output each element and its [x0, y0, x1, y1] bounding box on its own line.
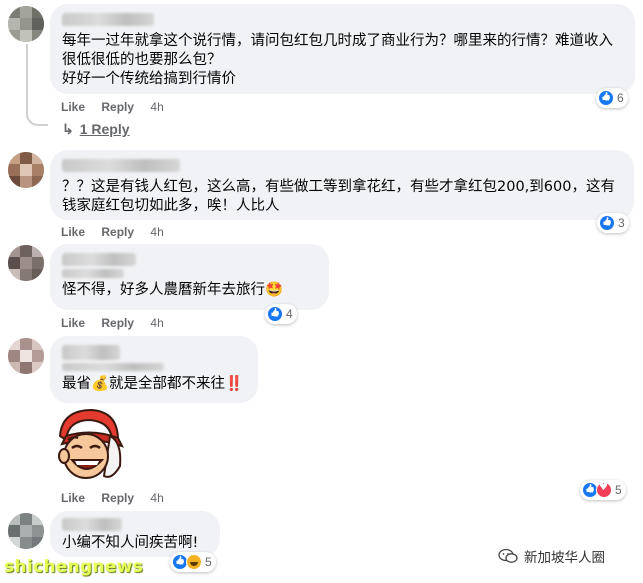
watermark-text: shichengnews — [4, 557, 144, 577]
comment-actions: Like Reply 4h — [61, 491, 177, 505]
reaction-summary[interactable]: 6 — [596, 88, 628, 108]
commenter-subtitle — [62, 269, 124, 278]
comment-actions: Like Reply 4h — [61, 225, 177, 239]
comment-text: 每年一过年就拿这个说行情，请问包红包几时成了商业行为？哪里来的行情？难道收入很低… — [62, 33, 613, 87]
avatar[interactable] — [8, 513, 44, 549]
view-replies-link[interactable]: ↳ 1 Reply — [62, 121, 130, 138]
like-icon — [598, 90, 614, 106]
reply-button[interactable]: Reply — [101, 316, 134, 330]
like-icon — [267, 306, 283, 322]
avatar[interactable] — [8, 152, 44, 188]
comment-bubble: 怪不得，好多人農曆新年去旅行🤩 — [50, 244, 329, 310]
reaction-count: 4 — [286, 307, 293, 321]
reply-button[interactable]: Reply — [101, 100, 134, 114]
like-button[interactable]: Like — [61, 225, 85, 239]
comment-actions: Like Reply 4h — [61, 100, 177, 114]
reaction-summary[interactable]: 5 — [580, 480, 626, 500]
comment-text: 小编不知人间疾苦啊! — [62, 535, 199, 551]
avatar[interactable] — [8, 6, 44, 42]
reply-button[interactable]: Reply — [101, 225, 134, 239]
reaction-summary[interactable]: 3 — [597, 213, 629, 233]
comment-bubble: 最省💰就是全部都不来往‼️ — [50, 336, 258, 403]
reaction-summary[interactable]: 5 — [170, 552, 216, 572]
reaction-count: 6 — [617, 91, 624, 105]
comment-text: 最省💰就是全部都不来往‼️ — [62, 376, 244, 392]
comment-bubble: ？？这是有钱人红包，这么高，有些做工等到拿花红，有些才拿红包200,到600，这… — [50, 150, 634, 220]
comment-actions: Like Reply 4h — [61, 316, 177, 330]
comment-bubble: 小编不知人间疾苦啊! — [50, 511, 220, 557]
laughing-man-sticker — [58, 408, 125, 479]
commenter-name[interactable] — [62, 159, 180, 172]
like-icon — [599, 215, 615, 231]
commenter-name[interactable] — [62, 518, 122, 531]
avatar[interactable] — [8, 338, 44, 374]
timestamp[interactable]: 4h — [150, 491, 163, 505]
reaction-count: 5 — [615, 483, 622, 497]
avatar[interactable] — [8, 245, 44, 281]
comment-text: 怪不得，好多人農曆新年去旅行🤩 — [62, 282, 284, 298]
like-button[interactable]: Like — [61, 100, 85, 114]
wechat-watermark: 新加坡华人圈 — [498, 546, 605, 566]
commenter-name[interactable] — [62, 13, 154, 26]
comment-text: ？？这是有钱人红包，这么高，有些做工等到拿花红，有些才拿红包200,到600，这… — [62, 179, 615, 214]
comment-bubble: 每年一过年就拿这个说行情，请问包红包几时成了商业行为？哪里来的行情？难道收入很低… — [50, 4, 635, 94]
haha-icon — [186, 554, 202, 570]
timestamp[interactable]: 4h — [150, 225, 163, 239]
commenter-subtitle — [62, 363, 164, 371]
commenter-name[interactable] — [62, 345, 120, 360]
reply-arrow-icon: ↳ — [62, 121, 74, 137]
timestamp[interactable]: 4h — [150, 316, 163, 330]
reaction-count: 5 — [205, 555, 212, 569]
love-icon — [596, 482, 612, 498]
thread-line — [26, 44, 48, 126]
like-button[interactable]: Like — [61, 491, 85, 505]
wechat-icon — [498, 548, 518, 563]
commenter-name[interactable] — [62, 253, 136, 266]
like-button[interactable]: Like — [61, 316, 85, 330]
timestamp[interactable]: 4h — [150, 100, 163, 114]
reply-button[interactable]: Reply — [101, 491, 134, 505]
watermark-brand: 新加坡华人圈 — [524, 550, 605, 566]
reaction-count: 3 — [618, 216, 625, 230]
reaction-summary[interactable]: 4 — [265, 304, 297, 324]
